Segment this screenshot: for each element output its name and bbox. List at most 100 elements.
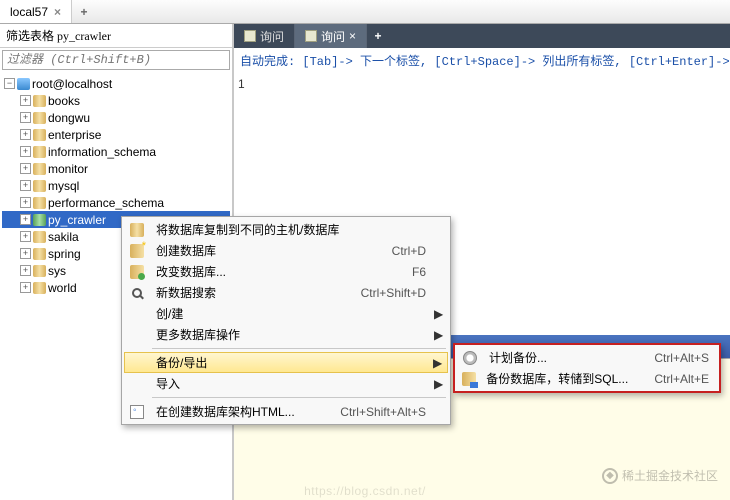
expand-icon[interactable]: + [20, 180, 31, 191]
expand-icon[interactable]: + [20, 146, 31, 157]
database-icon [33, 146, 46, 158]
alter-db-icon [130, 265, 144, 279]
close-icon[interactable]: × [349, 29, 356, 43]
menu-create-database[interactable]: 创建数据库Ctrl+D [124, 240, 448, 261]
menu-shortcut: Ctrl+Alt+S [634, 351, 717, 365]
menu-copy-database[interactable]: 将数据库复制到不同的主机/数据库 [124, 219, 448, 240]
database-icon [33, 265, 46, 277]
close-icon[interactable]: × [54, 5, 61, 19]
new-query-button[interactable]: + [367, 24, 389, 48]
db-label: books [48, 94, 80, 108]
tree-db-mysql[interactable]: + mysql [2, 177, 230, 194]
watermark-text: 稀土掘金技术社区 [622, 467, 718, 484]
database-icon [33, 112, 46, 124]
sql-icon [244, 30, 256, 42]
expand-icon[interactable]: + [20, 265, 31, 276]
tree-db-enterprise[interactable]: + enterprise [2, 126, 230, 143]
database-icon [33, 180, 46, 192]
sql-icon [305, 30, 317, 42]
juejin-logo-icon: ◆ [602, 468, 618, 484]
menu-create-submenu[interactable]: 创/建▶ [124, 303, 448, 324]
menu-label: 备份/导出 [150, 354, 405, 371]
db-label: information_schema [48, 145, 156, 159]
db-label: dongwu [48, 111, 90, 125]
menu-label: 更多数据库操作 [150, 326, 406, 343]
query-tab-1[interactable]: 询问 [234, 24, 295, 48]
expand-icon[interactable]: + [20, 282, 31, 293]
backup-icon [462, 372, 476, 386]
db-label: performance_schema [48, 196, 164, 210]
database-icon [33, 248, 46, 260]
expand-icon[interactable]: + [20, 129, 31, 140]
database-icon [33, 214, 46, 226]
database-icon [33, 197, 46, 209]
query-tab-bar: 询问 询问 × + [234, 24, 730, 48]
chevron-right-icon: ▶ [434, 307, 448, 321]
tree-db-information-schema[interactable]: + information_schema [2, 143, 230, 160]
menu-shortcut: Ctrl+Alt+E [634, 372, 717, 386]
source-url: https://blog.csdn.net/ [304, 484, 426, 498]
watermark: ◆ 稀土掘金技术社区 [602, 467, 718, 484]
menu-dump-to-sql[interactable]: 备份数据库，转储到SQL...Ctrl+Alt+E [457, 368, 717, 389]
db-label: sys [48, 264, 66, 278]
tree-root[interactable]: − root@localhost [2, 75, 230, 92]
filter-header: 筛选表格 py_crawler [0, 24, 232, 48]
menu-build-html[interactable]: 在创建数据库架构HTML...Ctrl+Shift+Alt+S [124, 401, 448, 422]
chevron-right-icon: ▶ [434, 328, 448, 342]
menu-import[interactable]: 导入 ▶ [124, 373, 448, 394]
database-icon [33, 95, 46, 107]
app-tab-bar: local57 × + [0, 0, 730, 24]
tree-db-books[interactable]: + books [2, 92, 230, 109]
db-label: world [48, 281, 77, 295]
tree-db-monitor[interactable]: +monitor [2, 160, 230, 177]
tree-db-performance-schema[interactable]: + performance_schema [2, 194, 230, 211]
new-tab-button[interactable]: + [72, 0, 96, 23]
context-menu-database: 将数据库复制到不同的主机/数据库 创建数据库Ctrl+D 改变数据库...F6 … [121, 216, 451, 425]
query-tab-label: 询问 [260, 28, 284, 45]
menu-more-ops[interactable]: 更多数据库操作 ▶ [124, 324, 448, 345]
menu-shortcut: Ctrl+D [372, 244, 434, 258]
menu-label: 在创建数据库架构HTML... [150, 403, 320, 420]
menu-label: 导入 [150, 375, 406, 392]
expand-icon[interactable]: + [20, 214, 31, 225]
chevron-right-icon: ▶ [434, 377, 448, 391]
menu-alter-database[interactable]: 改变数据库...F6 [124, 261, 448, 282]
menu-backup-export[interactable]: 备份/导出▶ [124, 352, 448, 373]
db-label: py_crawler [48, 213, 106, 227]
menu-shortcut: Ctrl+Shift+D [341, 286, 434, 300]
db-label: enterprise [48, 128, 101, 142]
expand-icon[interactable]: + [20, 231, 31, 242]
app-tab-local57[interactable]: local57 × [0, 0, 72, 23]
tree-db-dongwu[interactable]: + dongwu [2, 109, 230, 126]
app-tab-label: local57 [10, 5, 48, 19]
database-icon [33, 231, 46, 243]
tree-root-label: root@localhost [32, 77, 112, 91]
autocomplete-hint: 自动完成: [Tab]-> 下一个标签, [Ctrl+Space]-> 列出所有… [234, 48, 730, 73]
menu-label: 创建数据库 [150, 242, 372, 259]
database-icon [33, 129, 46, 141]
menu-label: 改变数据库... [150, 263, 392, 280]
expand-icon[interactable]: + [20, 163, 31, 174]
menu-search-data[interactable]: 新数据搜索Ctrl+Shift+D [124, 282, 448, 303]
menu-scheduled-backup[interactable]: 计划备份...Ctrl+Alt+S [457, 347, 717, 368]
query-tab-label: 询问 [321, 28, 345, 45]
search-icon [132, 288, 142, 298]
collapse-icon[interactable]: − [4, 78, 15, 89]
expand-icon[interactable]: + [20, 197, 31, 208]
expand-icon[interactable]: + [20, 95, 31, 106]
expand-icon[interactable]: + [20, 112, 31, 123]
menu-separator [152, 397, 446, 398]
database-icon [33, 163, 46, 175]
new-db-icon [130, 244, 144, 258]
db-label: mysql [48, 179, 79, 193]
menu-shortcut: Ctrl+Shift+Alt+S [320, 405, 434, 419]
menu-label: 将数据库复制到不同的主机/数据库 [150, 221, 406, 238]
query-tab-2[interactable]: 询问 × [295, 24, 367, 48]
database-icon [33, 282, 46, 294]
copy-db-icon [130, 223, 144, 237]
filter-input[interactable] [2, 50, 230, 70]
expand-icon[interactable]: + [20, 248, 31, 259]
html-icon [130, 405, 144, 419]
db-label: sakila [48, 230, 79, 244]
host-icon [17, 78, 30, 90]
